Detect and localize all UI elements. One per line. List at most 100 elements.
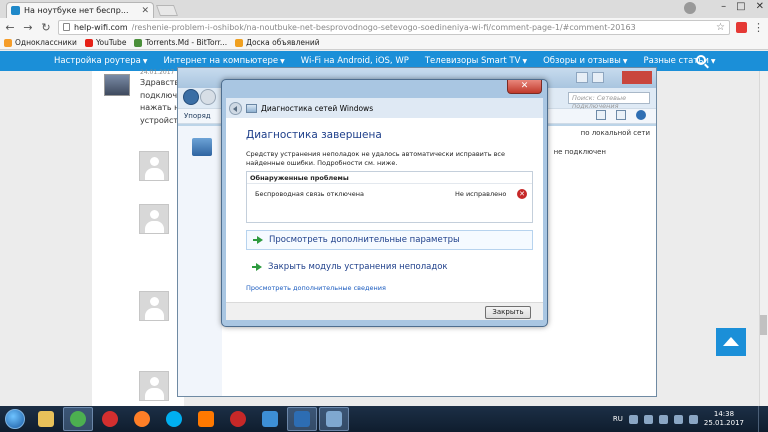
nav-internet-on-pc[interactable]: Интернет на компьютере ▼ <box>163 56 284 66</box>
forward-arrow-icon[interactable] <box>200 89 216 105</box>
start-button[interactable] <box>0 406 30 432</box>
view-details-link[interactable]: Просмотреть дополнительные сведения <box>246 284 386 292</box>
bookmark-star-icon[interactable]: ☆ <box>716 22 725 33</box>
taskbar-network-diagnostics[interactable] <box>319 407 349 431</box>
reload-icon[interactable]: ↻ <box>40 21 52 34</box>
bookmark-torrents[interactable]: Torrents.Md - BitTorr... <box>134 38 227 47</box>
user-profile-icon[interactable] <box>684 2 696 14</box>
scroll-to-top-button[interactable] <box>716 328 746 356</box>
maximize-icon[interactable]: □ <box>736 1 745 12</box>
nav-label: Обзоры и отзывы <box>543 56 621 66</box>
problem-row[interactable]: Беспроводная связь отключена Не исправле… <box>247 189 532 202</box>
paint-icon <box>262 411 278 427</box>
bookmark-youtube[interactable]: YouTube <box>84 38 127 47</box>
nav-router-setup[interactable]: Настройка роутера ▼ <box>54 56 147 66</box>
bookmark-odnoklassniki[interactable]: Одноклассники <box>4 38 77 47</box>
extension-icon[interactable] <box>736 21 747 33</box>
address-bar[interactable]: help-wifi.com/reshenie-problem-i-oshibok… <box>58 19 730 35</box>
close-button[interactable]: Закрыть <box>485 306 531 319</box>
back-arrow-icon[interactable] <box>229 101 242 115</box>
close-troubleshooter-link[interactable]: Закрыть модуль устранения неполадок <box>246 257 533 277</box>
back-arrow-icon[interactable]: ← <box>4 21 16 34</box>
taskbar-paint[interactable] <box>255 407 285 431</box>
back-arrow-icon[interactable] <box>183 89 199 105</box>
commenter-photo <box>104 74 130 96</box>
minimize-icon[interactable]: – <box>721 1 726 12</box>
view-advanced-options-link[interactable]: Просмотреть дополнительные параметры <box>246 230 533 250</box>
clock-date: 25.01.2017 <box>703 419 744 427</box>
preview-pane-icon[interactable] <box>616 110 626 120</box>
youtube-icon <box>84 38 93 47</box>
close-icon[interactable] <box>622 71 652 84</box>
chevron-down-icon: ▼ <box>622 58 628 65</box>
window-sidebar <box>178 126 222 396</box>
new-tab-button[interactable] <box>155 5 179 16</box>
network-tray-icon[interactable] <box>673 414 683 424</box>
chrome-icon <box>70 411 86 427</box>
network-diagnostics-dialog: ✕ Диагностика сетей Windows Диагностика … <box>221 79 548 327</box>
avatar <box>139 371 169 401</box>
tab-close-icon[interactable]: ✕ <box>141 6 149 16</box>
network-adapter-icon[interactable] <box>192 138 212 156</box>
url-path: /reshenie-problem-i-oshibok/na-noutbuke-… <box>131 22 636 32</box>
nav-label: Интернет на компьютере <box>163 56 279 66</box>
taskbar-explorer[interactable] <box>31 407 61 431</box>
firefox-icon <box>134 411 150 427</box>
tray-app-icon[interactable] <box>643 414 653 424</box>
bookmark-label: YouTube <box>95 38 127 47</box>
show-desktop-button[interactable] <box>758 406 768 432</box>
chevron-down-icon: ▼ <box>710 58 716 65</box>
error-icon: ✕ <box>517 189 527 199</box>
view-controls <box>596 110 646 120</box>
taskbar-network-monitor[interactable] <box>287 407 317 431</box>
taskbar-skype[interactable] <box>159 407 189 431</box>
dialog-close-icon[interactable]: ✕ <box>507 80 542 94</box>
help-icon[interactable] <box>636 110 646 120</box>
page-scrollbar[interactable] <box>759 71 768 408</box>
dialog-titlebar: ✕ <box>222 80 547 98</box>
maximize-icon[interactable] <box>592 72 604 83</box>
view-options-icon[interactable] <box>596 110 606 120</box>
dialog-title: Диагностика сетей Windows <box>261 103 374 113</box>
avatar <box>139 291 169 321</box>
torrents-icon <box>134 38 143 47</box>
clock-time: 14:38 <box>713 410 735 418</box>
problem-status: Не исправлено <box>455 190 507 198</box>
taskbar-opera[interactable] <box>95 407 125 431</box>
avatar <box>139 204 169 234</box>
site-favicon-icon <box>11 6 20 15</box>
clock[interactable]: 14:38 25.01.2017 <box>704 410 744 428</box>
tray-app-icon[interactable] <box>658 414 668 424</box>
language-indicator[interactable]: RU <box>613 415 623 423</box>
nav-wifi-mobile[interactable]: Wi-Fi на Android, iOS, WP <box>301 56 409 66</box>
page-info-icon[interactable] <box>63 23 70 31</box>
volume-icon[interactable] <box>688 414 698 424</box>
nav-reviews[interactable]: Обзоры и отзывы ▼ <box>543 56 627 66</box>
taskbar-firefox[interactable] <box>127 407 157 431</box>
window-controls: – □ ✕ <box>721 1 764 12</box>
organize-menu[interactable]: Упоряд <box>184 112 211 120</box>
dialog-header: Диагностика сетей Windows <box>226 98 543 118</box>
search-icon[interactable] <box>696 55 706 65</box>
tray-app-icon[interactable] <box>628 414 638 424</box>
browser-toolbar: ← → ↻ help-wifi.com/reshenie-problem-i-o… <box>0 18 768 36</box>
avatar <box>139 151 169 181</box>
taskbar-app-red[interactable] <box>223 407 253 431</box>
taskbar-orange[interactable] <box>191 407 221 431</box>
forward-arrow-icon[interactable]: → <box>22 21 34 34</box>
browser-tab[interactable]: На ноутбуке нет беспр... ✕ <box>6 2 154 18</box>
close-icon[interactable]: ✕ <box>756 1 764 12</box>
taskbar-chrome[interactable] <box>63 407 93 431</box>
ads-board-icon <box>235 38 244 47</box>
chrome-menu-icon[interactable]: ⋮ <box>753 21 764 34</box>
lan-connection-label: по локальной сети <box>580 129 650 137</box>
search-input[interactable]: Поиск: Сетевые подключения <box>568 92 650 110</box>
minimize-icon[interactable] <box>576 72 588 83</box>
dialog-heading: Диагностика завершена <box>246 129 382 141</box>
orange-icon <box>198 411 214 427</box>
nav-smart-tv[interactable]: Телевизоры Smart TV ▼ <box>425 56 527 66</box>
bookmark-ads-board[interactable]: Доска объявлений <box>235 38 320 47</box>
link-label: Закрыть модуль устранения неполадок <box>268 262 448 272</box>
scrollbar-thumb[interactable] <box>760 315 767 335</box>
dialog-description: Средству устранения неполадок не удалось… <box>246 150 505 167</box>
